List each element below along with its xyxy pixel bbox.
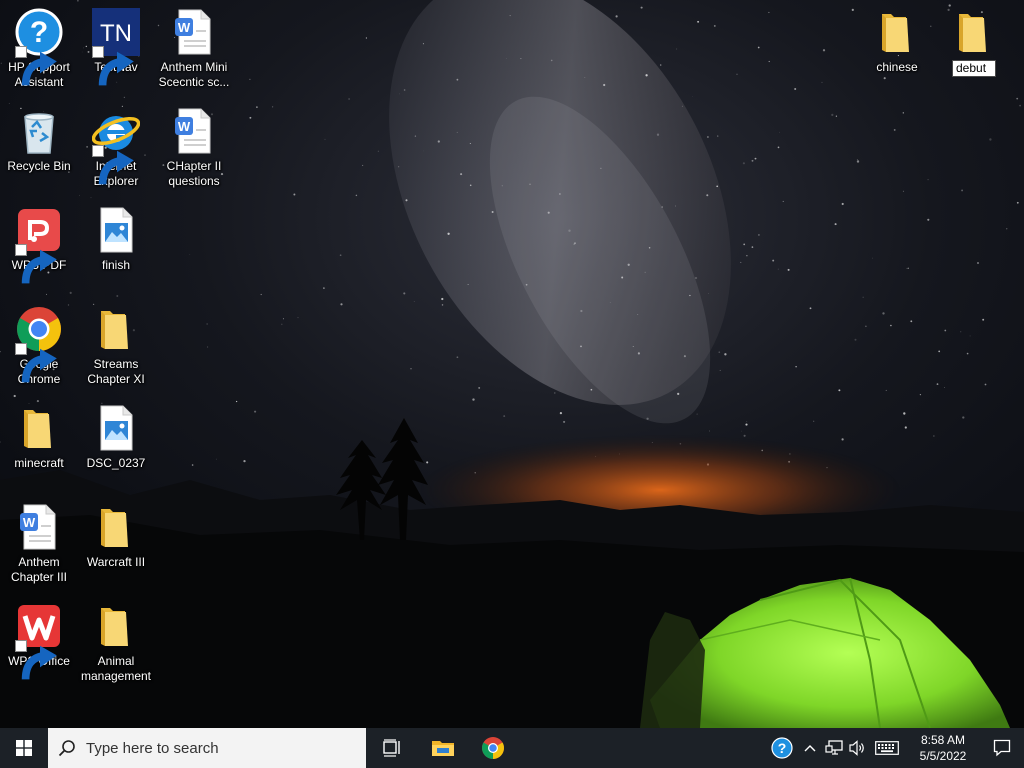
desktop-icon-anthem-mini-scecntic-sc[interactable]: W Anthem Mini Scecntic sc... bbox=[156, 8, 232, 90]
image-file-icon bbox=[92, 206, 140, 254]
clock-date: 5/5/2022 bbox=[919, 749, 967, 763]
desktop-icon-label: CHapter II questions bbox=[166, 159, 222, 188]
desktop-icon-streams-chapter-xi[interactable]: Streams Chapter XI bbox=[78, 305, 154, 387]
clock-time: 8:58 AM bbox=[920, 733, 966, 747]
shortcut-arrow-icon bbox=[15, 343, 57, 383]
svg-text:?: ? bbox=[778, 740, 787, 756]
folder-icon bbox=[15, 404, 63, 452]
hp-support-tray-button[interactable]: ? bbox=[766, 728, 798, 768]
internet-explorer-icon bbox=[92, 107, 140, 185]
folder-icon bbox=[92, 503, 140, 551]
desktop-icon-label: Streams Chapter XI bbox=[87, 357, 145, 386]
touch-keyboard-button[interactable] bbox=[870, 728, 904, 768]
rename-input[interactable] bbox=[952, 60, 996, 77]
desktop-icon-debut[interactable] bbox=[936, 8, 1012, 77]
image-file-icon bbox=[92, 404, 140, 452]
desktop-icon-animal-management[interactable]: Animal management bbox=[78, 602, 154, 684]
svg-text:W: W bbox=[23, 515, 36, 530]
search-placeholder: Type here to search bbox=[86, 739, 219, 757]
word-document-icon: W bbox=[15, 503, 63, 551]
show-hidden-icons-button[interactable] bbox=[798, 728, 822, 768]
desktop-icon-label: chinese bbox=[876, 60, 918, 74]
desktop-icon-label: Anthem Chapter III bbox=[10, 555, 68, 584]
desktop-icon-label: Recycle Bin bbox=[7, 159, 71, 173]
svg-text:?: ? bbox=[30, 16, 48, 49]
desktop-icon-testnav[interactable]: TN TestNav bbox=[78, 8, 154, 86]
shortcut-arrow-icon bbox=[15, 46, 57, 86]
file-explorer-taskbar-button[interactable] bbox=[418, 728, 468, 768]
desktop-icon-label: DSC_0237 bbox=[86, 456, 146, 470]
desktop-icon-wps-office[interactable]: WPS Office bbox=[1, 602, 77, 680]
shortcut-arrow-icon bbox=[92, 46, 134, 86]
chrome-taskbar-button[interactable] bbox=[468, 728, 518, 768]
wps-pdf-icon bbox=[15, 206, 63, 284]
folder-icon bbox=[950, 8, 998, 56]
desktop-icon-finish[interactable]: finish bbox=[78, 206, 154, 273]
desktop-icon-anthem-chapter-iii[interactable]: W Anthem Chapter III bbox=[1, 503, 77, 585]
svg-text:W: W bbox=[178, 119, 191, 134]
volume-icon bbox=[849, 740, 864, 756]
folder-icon bbox=[92, 305, 140, 353]
chevron-up-icon bbox=[804, 745, 816, 752]
task-view-icon bbox=[383, 739, 400, 757]
network-icon bbox=[825, 740, 843, 755]
volume-button[interactable] bbox=[846, 728, 870, 768]
svg-text:W: W bbox=[178, 20, 191, 35]
folder-icon bbox=[92, 602, 140, 650]
testnav-icon: TN bbox=[92, 8, 140, 86]
recycle-bin-icon bbox=[15, 107, 63, 155]
windows-logo-icon bbox=[16, 740, 32, 756]
desktop-icon-label: Anthem Mini Scecntic sc... bbox=[158, 60, 230, 89]
desktop-icon-chapter-ii-questions[interactable]: W CHapter II questions bbox=[156, 107, 232, 189]
desktop-icon-warcraft-iii[interactable]: Warcraft III bbox=[78, 503, 154, 570]
task-view-button[interactable] bbox=[368, 728, 418, 768]
shortcut-arrow-icon bbox=[92, 145, 134, 185]
desktop-icon-recycle-bin[interactable]: Recycle Bin bbox=[1, 107, 77, 174]
taskbar-clock[interactable]: 8:58 AM 5/5/2022 bbox=[914, 732, 972, 764]
keyboard-icon bbox=[875, 741, 899, 755]
folder-icon bbox=[873, 8, 921, 56]
shortcut-arrow-icon bbox=[15, 244, 57, 284]
file-explorer-icon bbox=[432, 741, 454, 756]
network-button[interactable] bbox=[822, 728, 846, 768]
help-icon: ? bbox=[771, 737, 793, 759]
start-button[interactable] bbox=[0, 728, 48, 768]
wps-office-icon bbox=[15, 602, 63, 680]
notification-icon bbox=[993, 739, 1011, 757]
desktop-icon-hp-support-assistant[interactable]: ?HP Support Assistant bbox=[1, 8, 77, 90]
help-icon: ? bbox=[15, 8, 63, 86]
desktop-icon-internet-explorer[interactable]: Internet Explorer bbox=[78, 107, 154, 189]
desktop-icon-minecraft[interactable]: minecraft bbox=[1, 404, 77, 471]
word-document-icon: W bbox=[170, 107, 218, 155]
shortcut-arrow-icon bbox=[15, 640, 57, 680]
svg-text:TN: TN bbox=[100, 20, 132, 47]
desktop-icon-google-chrome[interactable]: Google Chrome bbox=[1, 305, 77, 387]
desktop-icon-chinese[interactable]: chinese bbox=[859, 8, 935, 75]
desktop-icon-label: finish bbox=[101, 258, 130, 272]
chrome-icon bbox=[482, 737, 504, 759]
desktop-icon-label: Warcraft III bbox=[86, 555, 146, 569]
taskbar: Type here to search ? 8:58 AM 5/5/2022 bbox=[0, 728, 1024, 768]
system-tray: ? 8:58 AM 5/5/2022 bbox=[766, 728, 1024, 768]
taskbar-search-box[interactable]: Type here to search bbox=[48, 728, 366, 768]
desktop-icon-dsc-0237[interactable]: DSC_0237 bbox=[78, 404, 154, 471]
search-icon bbox=[58, 740, 75, 757]
desktop-icon-label: Animal management bbox=[80, 654, 152, 683]
action-center-button[interactable] bbox=[980, 728, 1024, 768]
desktop-icon-wps-pdf[interactable]: WPS PDF bbox=[1, 206, 77, 284]
word-document-icon: W bbox=[170, 8, 218, 56]
desktop-icon-label: minecraft bbox=[14, 456, 64, 470]
chrome-icon bbox=[15, 305, 63, 383]
desktop[interactable]: ?HP Support AssistantTNTestNav W Anthem Mi… bbox=[0, 0, 1024, 728]
